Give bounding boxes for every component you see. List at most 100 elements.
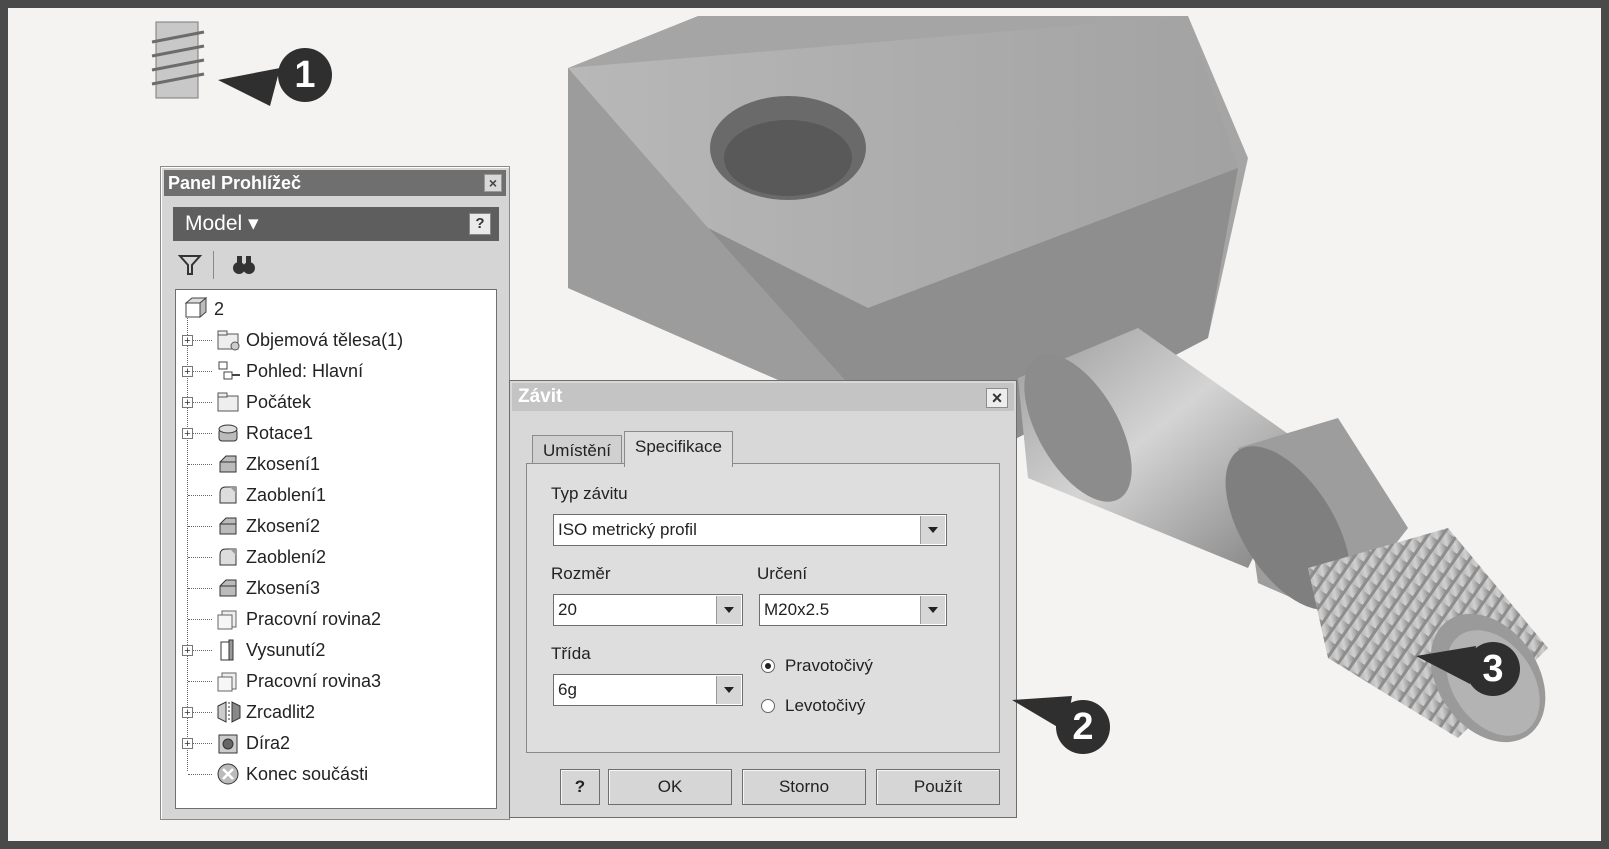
view-rep-icon: [218, 361, 240, 380]
designation-select[interactable]: M20x2.5: [759, 594, 947, 626]
browser-title-bar[interactable]: Panel Prohlížeč ×: [164, 170, 506, 196]
class-label: Třída: [551, 644, 591, 663]
tree-item-label: Zkosení3: [246, 577, 321, 598]
apply-button[interactable]: Použít: [876, 769, 1000, 805]
fillet-icon: [219, 548, 237, 566]
tree-connector: [188, 526, 212, 527]
expand-icon[interactable]: +: [182, 335, 193, 347]
browser-panel: Panel Prohlížeč × Model ▾ ? 2 + Objemová t…: [160, 166, 510, 820]
right-hand-radio[interactable]: Pravotočivý: [761, 656, 873, 676]
callout-1: 1: [278, 48, 332, 102]
tree-item-label: Vysunutí2: [246, 639, 326, 660]
work-plane-icon: [217, 672, 237, 692]
thread-type-label: Typ závitu: [551, 484, 628, 503]
help-icon[interactable]: ?: [469, 213, 491, 235]
tree-item[interactable]: + Rotace1: [176, 418, 496, 448]
origin-folder-icon: [217, 392, 239, 412]
chamfer-icon: [219, 517, 237, 535]
tree-item[interactable]: + Počátek: [176, 387, 496, 417]
tree-item-label: Rotace1: [246, 422, 314, 443]
tree-item[interactable]: + Zrcadlit2: [176, 697, 496, 727]
chamfer-icon: [219, 455, 237, 473]
chevron-down-icon[interactable]: [920, 516, 945, 544]
close-icon[interactable]: ×: [986, 388, 1008, 408]
browser-title: Panel Prohlížeč: [168, 173, 302, 193]
page: 1 Panel Prohlížeč × Model ▾ ? 2 + Objemová…: [8, 8, 1601, 841]
tree-item[interactable]: Zkosení3: [176, 573, 496, 603]
ok-button[interactable]: OK: [608, 769, 732, 805]
tree-item[interactable]: + Objemová tělesa(1): [176, 325, 496, 355]
tree-connector: [188, 464, 212, 465]
work-plane-icon: [217, 610, 237, 630]
tree-item[interactable]: 2: [176, 294, 496, 324]
expand-icon[interactable]: +: [182, 645, 193, 657]
tree-item-label: Objemová tělesa(1): [246, 329, 404, 350]
designation-label: Určení: [757, 564, 808, 583]
tree-item[interactable]: Zkosení2: [176, 511, 496, 541]
specification-panel: Typ závitu ISO metrický profil Rozměr 20…: [526, 463, 1000, 753]
callout-3: 3: [1466, 642, 1520, 696]
expand-icon[interactable]: +: [182, 738, 193, 750]
expand-icon[interactable]: +: [182, 428, 193, 440]
extrude-icon: [220, 639, 234, 661]
tree-item[interactable]: Zaoblení1: [176, 480, 496, 510]
tree-item[interactable]: Zaoblení2: [176, 542, 496, 572]
tree-item-label: Zaoblení1: [246, 484, 327, 505]
revolve-icon: [218, 424, 238, 442]
tree-connector: [188, 619, 212, 620]
radio-button[interactable]: [761, 659, 775, 673]
tree-item-label: Konec součásti: [246, 763, 369, 784]
dialog-title: Závit: [518, 386, 563, 407]
right-hand-label: Pravotočivý: [785, 656, 873, 675]
size-select[interactable]: 20: [553, 594, 743, 626]
close-icon[interactable]: ×: [484, 174, 502, 192]
chevron-down-icon[interactable]: [716, 596, 741, 624]
tree-item-label: Zrcadlit2: [246, 701, 316, 722]
left-hand-radio[interactable]: Levotočivý: [761, 696, 865, 716]
tree-item-label: Pohled: Hlavní: [246, 360, 364, 381]
size-value: 20: [558, 600, 577, 619]
help-button[interactable]: ?: [560, 769, 600, 805]
cancel-button[interactable]: Storno: [742, 769, 866, 805]
tree-item[interactable]: Pracovní rovina3: [176, 666, 496, 696]
tree-item-label: 2: [214, 298, 225, 319]
expand-icon[interactable]: +: [182, 397, 193, 409]
solid-bodies-folder-icon: [217, 330, 240, 351]
expand-icon[interactable]: +: [182, 366, 193, 378]
tree-item[interactable]: Konec součásti: [176, 759, 496, 789]
tab-specification[interactable]: Specifikace: [624, 431, 733, 467]
designation-value: M20x2.5: [764, 600, 830, 619]
tree-item[interactable]: + Pohled: Hlavní: [176, 356, 496, 386]
expand-icon[interactable]: +: [182, 707, 193, 719]
tree-item[interactable]: Zkosení1: [176, 449, 496, 479]
filter-icon[interactable]: [177, 252, 203, 278]
size-label: Rozměr: [551, 564, 611, 583]
chevron-down-icon[interactable]: [716, 676, 741, 704]
dialog-title-bar[interactable]: Závit ×: [512, 383, 1014, 411]
model-dropdown-label: Model ▾: [185, 212, 259, 235]
tree-item-label: Zaoblení2: [246, 546, 327, 567]
tree-item[interactable]: + Vysunutí2: [176, 635, 496, 665]
tree-item-label: Pracovní rovina2: [246, 608, 382, 629]
tree-item-label: Zkosení1: [246, 453, 321, 474]
tree-item[interactable]: + Díra2: [176, 728, 496, 758]
mirror-icon: [217, 701, 241, 723]
toolbar-divider: [213, 251, 214, 279]
callout-2: 2: [1056, 700, 1110, 754]
tree-item-label: Zkosení2: [246, 515, 321, 536]
tree-connector: [188, 588, 212, 589]
end-of-part-icon: [217, 763, 239, 785]
class-select[interactable]: 6g: [553, 674, 743, 706]
tree-item[interactable]: Pracovní rovina2: [176, 604, 496, 634]
model-dropdown[interactable]: Model ▾ ?: [173, 207, 499, 241]
chevron-down-icon[interactable]: [920, 596, 945, 624]
thread-type-select[interactable]: ISO metrický profil: [553, 514, 947, 546]
radio-button[interactable]: [761, 699, 775, 713]
thread-dialog: Závit × Umístění Specifikace Typ závitu …: [509, 380, 1017, 818]
thread-tool-icon[interactable]: [148, 20, 214, 102]
thread-type-value: ISO metrický profil: [558, 520, 697, 539]
tree-connector: [188, 681, 212, 682]
tree-item-label: Počátek: [246, 391, 312, 412]
find-icon[interactable]: [231, 252, 257, 278]
browser-toolbar: [173, 247, 499, 281]
